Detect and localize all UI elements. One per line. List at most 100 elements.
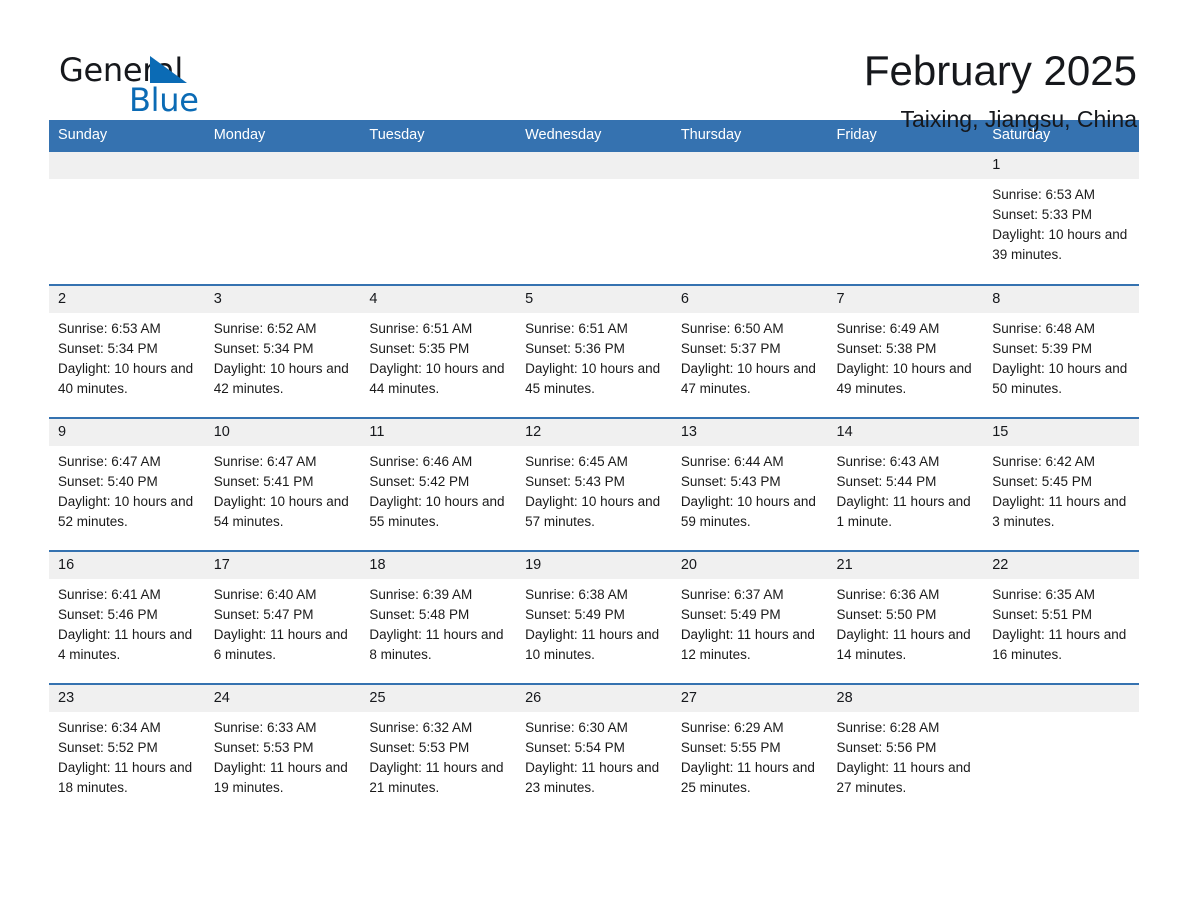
calendar-day-cell[interactable]: 4 Sunrise: 6:51 AM Sunset: 5:35 PM Daylight…	[360, 284, 517, 418]
daylight-text: Daylight: 10 hours and 54 minutes.	[213, 494, 349, 529]
sunset-text: Sunset: 5:40 PM	[58, 474, 158, 489]
sunrise-text: Sunrise: 6:39 AM	[369, 587, 473, 602]
day-cell-inner: 25 Sunrise: 6:32 AM Sunset: 5:53 PM Dayligh…	[360, 685, 517, 817]
sunset-text: Sunset: 5:53 PM	[369, 740, 470, 755]
calendar-day-cell[interactable]: 23 Sunrise: 6:34 AM Sunset: 5:52 PM Dayligh…	[49, 683, 205, 817]
calendar-day-cell[interactable]: 11 Sunrise: 6:46 AM Sunset: 5:42 PM Dayligh…	[360, 417, 517, 551]
day-cell-inner: 5 Sunrise: 6:51 AM Sunset: 5:36 PM Daylight…	[516, 286, 672, 417]
daylight-text: Daylight: 10 hours and 49 minutes.	[836, 361, 972, 396]
sunrise-text: Sunrise: 6:35 AM	[992, 587, 1096, 602]
day-details: Sunrise: 6:48 AM Sunset: 5:39 PM Daylight:…	[983, 313, 1139, 399]
calendar-day-cell[interactable]: 8 Sunrise: 6:48 AM Sunset: 5:39 PM Daylight…	[983, 284, 1139, 418]
day-number: 18	[360, 552, 517, 579]
sunrise-text: Sunrise: 6:45 AM	[525, 454, 628, 469]
weekday-header-monday: Monday	[204, 120, 361, 152]
page-title: February 2025	[863, 47, 1137, 94]
day-cell-inner: 11 Sunrise: 6:46 AM Sunset: 5:42 PM Dayligh…	[360, 419, 517, 550]
sunset-text: Sunset: 5:55 PM	[680, 740, 781, 755]
calendar-day-cell[interactable]: 10 Sunrise: 6:47 AM Sunset: 5:41 PM Dayligh…	[204, 417, 361, 551]
calendar-day-cell[interactable]: 17 Sunrise: 6:40 AM Sunset: 5:47 PM Dayligh…	[204, 550, 361, 684]
day-cell-inner	[516, 152, 672, 284]
calendar-day-cell[interactable]: 1 Sunrise: 6:53 AM Sunset: 5:33 PM Daylight…	[983, 152, 1139, 285]
day-number: 9	[49, 419, 205, 446]
day-cell-inner	[204, 152, 361, 284]
calendar-day-cell[interactable]: 20 Sunrise: 6:37 AM Sunset: 5:49 PM Dayligh…	[671, 550, 828, 684]
calendar-day-cell[interactable]: 3 Sunrise: 6:52 AM Sunset: 5:34 PM Daylight…	[204, 284, 361, 418]
calendar-day-cell[interactable]: 25 Sunrise: 6:32 AM Sunset: 5:53 PM Dayligh…	[360, 683, 517, 817]
calendar-day-cell[interactable]: 22 Sunrise: 6:35 AM Sunset: 5:51 PM Dayligh…	[983, 550, 1139, 684]
calendar-day-cell[interactable]: 28 Sunrise: 6:28 AM Sunset: 5:56 PM Dayligh…	[827, 683, 984, 817]
day-number: 25	[360, 685, 517, 712]
day-cell-inner: 14 Sunrise: 6:43 AM Sunset: 5:44 PM Dayligh…	[827, 419, 984, 550]
calendar-day-cell[interactable]: 19 Sunrise: 6:38 AM Sunset: 5:49 PM Dayligh…	[516, 550, 672, 684]
sunrise-text: Sunrise: 6:37 AM	[680, 587, 784, 602]
day-details: Sunrise: 6:43 AM Sunset: 5:44 PM Daylight:…	[828, 446, 984, 532]
title-block: February 2025 Taixing, Jiangsu, China	[864, 46, 1139, 136]
day-number: 7	[827, 286, 984, 313]
sunrise-text: Sunrise: 6:46 AM	[369, 454, 473, 469]
day-number: 20	[671, 552, 828, 579]
calendar-day-cell[interactable]: 14 Sunrise: 6:43 AM Sunset: 5:44 PM Dayligh…	[827, 417, 984, 551]
logo-text-blue: Blue	[129, 81, 199, 119]
day-number	[204, 152, 361, 179]
calendar-day-cell[interactable]: 26 Sunrise: 6:30 AM Sunset: 5:54 PM Dayligh…	[516, 683, 672, 817]
calendar-day-cell[interactable]: 18 Sunrise: 6:39 AM Sunset: 5:48 PM Dayligh…	[360, 550, 517, 684]
daylight-text: Daylight: 11 hours and 16 minutes.	[992, 627, 1127, 662]
calendar-day-cell[interactable]: 15 Sunrise: 6:42 AM Sunset: 5:45 PM Dayligh…	[983, 417, 1139, 551]
day-cell-inner: 24 Sunrise: 6:33 AM Sunset: 5:53 PM Dayligh…	[204, 685, 361, 817]
sunrise-text: Sunrise: 6:30 AM	[525, 720, 628, 735]
sunset-text: Sunset: 5:41 PM	[213, 474, 314, 489]
day-cell-inner: 4 Sunrise: 6:51 AM Sunset: 5:35 PM Daylight…	[360, 286, 517, 417]
day-number: 13	[671, 419, 828, 446]
sunrise-text: Sunrise: 6:49 AM	[836, 321, 940, 336]
calendar-day-cell[interactable]: 27 Sunrise: 6:29 AM Sunset: 5:55 PM Dayligh…	[671, 683, 828, 817]
calendar-week-row: 16 Sunrise: 6:41 AM Sunset: 5:46 PM Dayligh…	[49, 550, 1139, 684]
day-cell-inner: 9 Sunrise: 6:47 AM Sunset: 5:40 PM Daylight…	[49, 419, 205, 550]
calendar-day-cell[interactable]: 9 Sunrise: 6:47 AM Sunset: 5:40 PM Daylight…	[49, 417, 205, 551]
daylight-text: Daylight: 11 hours and 21 minutes.	[369, 760, 504, 795]
day-cell-inner: 22 Sunrise: 6:35 AM Sunset: 5:51 PM Dayligh…	[983, 552, 1139, 683]
day-number: 10	[204, 419, 361, 446]
sunset-text: Sunset: 5:56 PM	[836, 740, 937, 755]
calendar-day-cell[interactable]: 24 Sunrise: 6:33 AM Sunset: 5:53 PM Dayligh…	[204, 683, 361, 817]
daylight-text: Daylight: 11 hours and 6 minutes.	[213, 627, 348, 662]
day-details: Sunrise: 6:47 AM Sunset: 5:41 PM Daylight:…	[205, 446, 361, 532]
day-number: 17	[204, 552, 361, 579]
calendar-day-cell[interactable]: 13 Sunrise: 6:44 AM Sunset: 5:43 PM Dayligh…	[671, 417, 828, 551]
day-cell-inner: 13 Sunrise: 6:44 AM Sunset: 5:43 PM Dayligh…	[671, 419, 828, 550]
day-number	[983, 685, 1139, 712]
sunrise-text: Sunrise: 6:33 AM	[213, 720, 317, 735]
calendar-day-cell[interactable]: 7 Sunrise: 6:49 AM Sunset: 5:38 PM Daylight…	[827, 284, 984, 418]
day-cell-inner: 17 Sunrise: 6:40 AM Sunset: 5:47 PM Dayligh…	[204, 552, 361, 683]
day-number	[827, 152, 984, 179]
calendar-week-row: 9 Sunrise: 6:47 AM Sunset: 5:40 PM Daylight…	[49, 417, 1139, 551]
generalblue-logo[interactable]: General Blue	[49, 46, 249, 119]
calendar-day-cell[interactable]: 12 Sunrise: 6:45 AM Sunset: 5:43 PM Dayligh…	[516, 417, 672, 551]
day-details: Sunrise: 6:45 AM Sunset: 5:43 PM Daylight:…	[516, 446, 672, 532]
sunset-text: Sunset: 5:52 PM	[58, 740, 158, 755]
daylight-text: Daylight: 10 hours and 39 minutes.	[992, 227, 1128, 262]
calendar-day-cell[interactable]: 2 Sunrise: 6:53 AM Sunset: 5:34 PM Daylight…	[49, 284, 205, 418]
sunset-text: Sunset: 5:46 PM	[58, 607, 158, 622]
day-cell-inner: 19 Sunrise: 6:38 AM Sunset: 5:49 PM Dayligh…	[516, 552, 672, 683]
day-cell-inner: 15 Sunrise: 6:42 AM Sunset: 5:45 PM Dayligh…	[983, 419, 1139, 550]
day-number: 2	[49, 286, 205, 313]
day-cell-inner: 6 Sunrise: 6:50 AM Sunset: 5:37 PM Daylight…	[671, 286, 828, 417]
calendar-day-cell[interactable]: 16 Sunrise: 6:41 AM Sunset: 5:46 PM Dayligh…	[49, 550, 205, 684]
calendar-table: Sunday Monday Tuesday Wednesday Thursday Frid…	[49, 120, 1139, 817]
calendar-day-cell[interactable]: 6 Sunrise: 6:50 AM Sunset: 5:37 PM Daylight…	[671, 284, 828, 418]
day-details: Sunrise: 6:50 AM Sunset: 5:37 PM Daylight:…	[672, 313, 828, 399]
daylight-text: Daylight: 11 hours and 27 minutes.	[836, 760, 971, 795]
calendar-day-cell[interactable]: 21 Sunrise: 6:36 AM Sunset: 5:50 PM Dayligh…	[827, 550, 984, 684]
day-details: Sunrise: 6:36 AM Sunset: 5:50 PM Daylight:…	[828, 579, 984, 665]
day-cell-inner: 8 Sunrise: 6:48 AM Sunset: 5:39 PM Daylight…	[983, 286, 1139, 417]
sunset-text: Sunset: 5:37 PM	[680, 341, 781, 356]
sunrise-text: Sunrise: 6:52 AM	[213, 321, 317, 336]
triangle-icon	[150, 56, 187, 83]
day-details: Sunrise: 6:52 AM Sunset: 5:34 PM Daylight:…	[205, 313, 361, 399]
day-cell-inner: 3 Sunrise: 6:52 AM Sunset: 5:34 PM Daylight…	[204, 286, 361, 417]
day-details: Sunrise: 6:44 AM Sunset: 5:43 PM Daylight:…	[672, 446, 828, 532]
calendar-day-cell[interactable]: 5 Sunrise: 6:51 AM Sunset: 5:36 PM Daylight…	[516, 284, 672, 418]
sunrise-text: Sunrise: 6:40 AM	[213, 587, 317, 602]
day-details: Sunrise: 6:28 AM Sunset: 5:56 PM Daylight:…	[828, 712, 984, 798]
